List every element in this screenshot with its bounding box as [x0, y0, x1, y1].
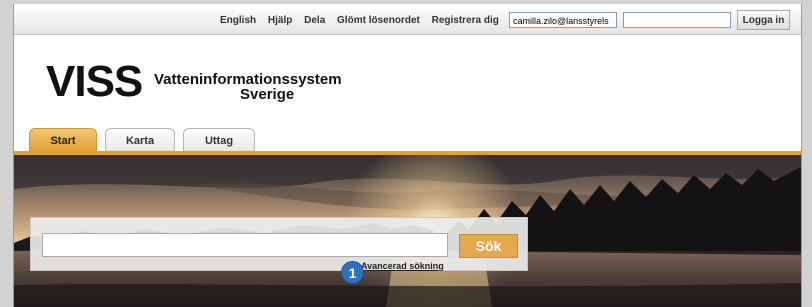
username-input[interactable]: camilla.zilo@lansstyrels [509, 12, 617, 28]
link-share[interactable]: Dela [304, 15, 325, 26]
link-forgot-password[interactable]: Glömt lösenordet [337, 15, 420, 26]
link-register[interactable]: Registrera dig [432, 15, 499, 26]
link-english[interactable]: English [220, 15, 256, 26]
tab-karta[interactable]: Karta [105, 128, 175, 151]
annotation-badge: 1 [341, 261, 364, 284]
logo-subtitle: Vatteninformationssystem Sverige [154, 72, 354, 102]
advanced-search-link[interactable]: Avancerad sökning [361, 261, 444, 271]
page: English Hjälp Dela Glömt lösenordet Regi… [13, 4, 802, 307]
search-button[interactable]: Sök [459, 234, 518, 258]
tab-start[interactable]: Start [29, 128, 97, 151]
logo-title: VISS [46, 57, 143, 106]
viss-logo[interactable]: VISS Vatteninformationssystem Sverige [46, 57, 342, 106]
login-button[interactable]: Logga in [737, 10, 790, 30]
browser-frame: English Hjälp Dela Glömt lösenordet Regi… [0, 0, 812, 307]
tab-uttag[interactable]: Uttag [183, 128, 255, 151]
search-panel: Sök Avancerad sökning [30, 217, 528, 271]
search-input[interactable] [42, 233, 448, 257]
top-links: English Hjälp Dela Glömt lösenordet Regi… [220, 15, 508, 26]
password-input[interactable] [623, 12, 731, 28]
logo-subtitle-line2: Sverige [240, 86, 295, 103]
link-help[interactable]: Hjälp [268, 15, 292, 26]
top-bar: English Hjälp Dela Glömt lösenordet Regi… [14, 9, 801, 35]
